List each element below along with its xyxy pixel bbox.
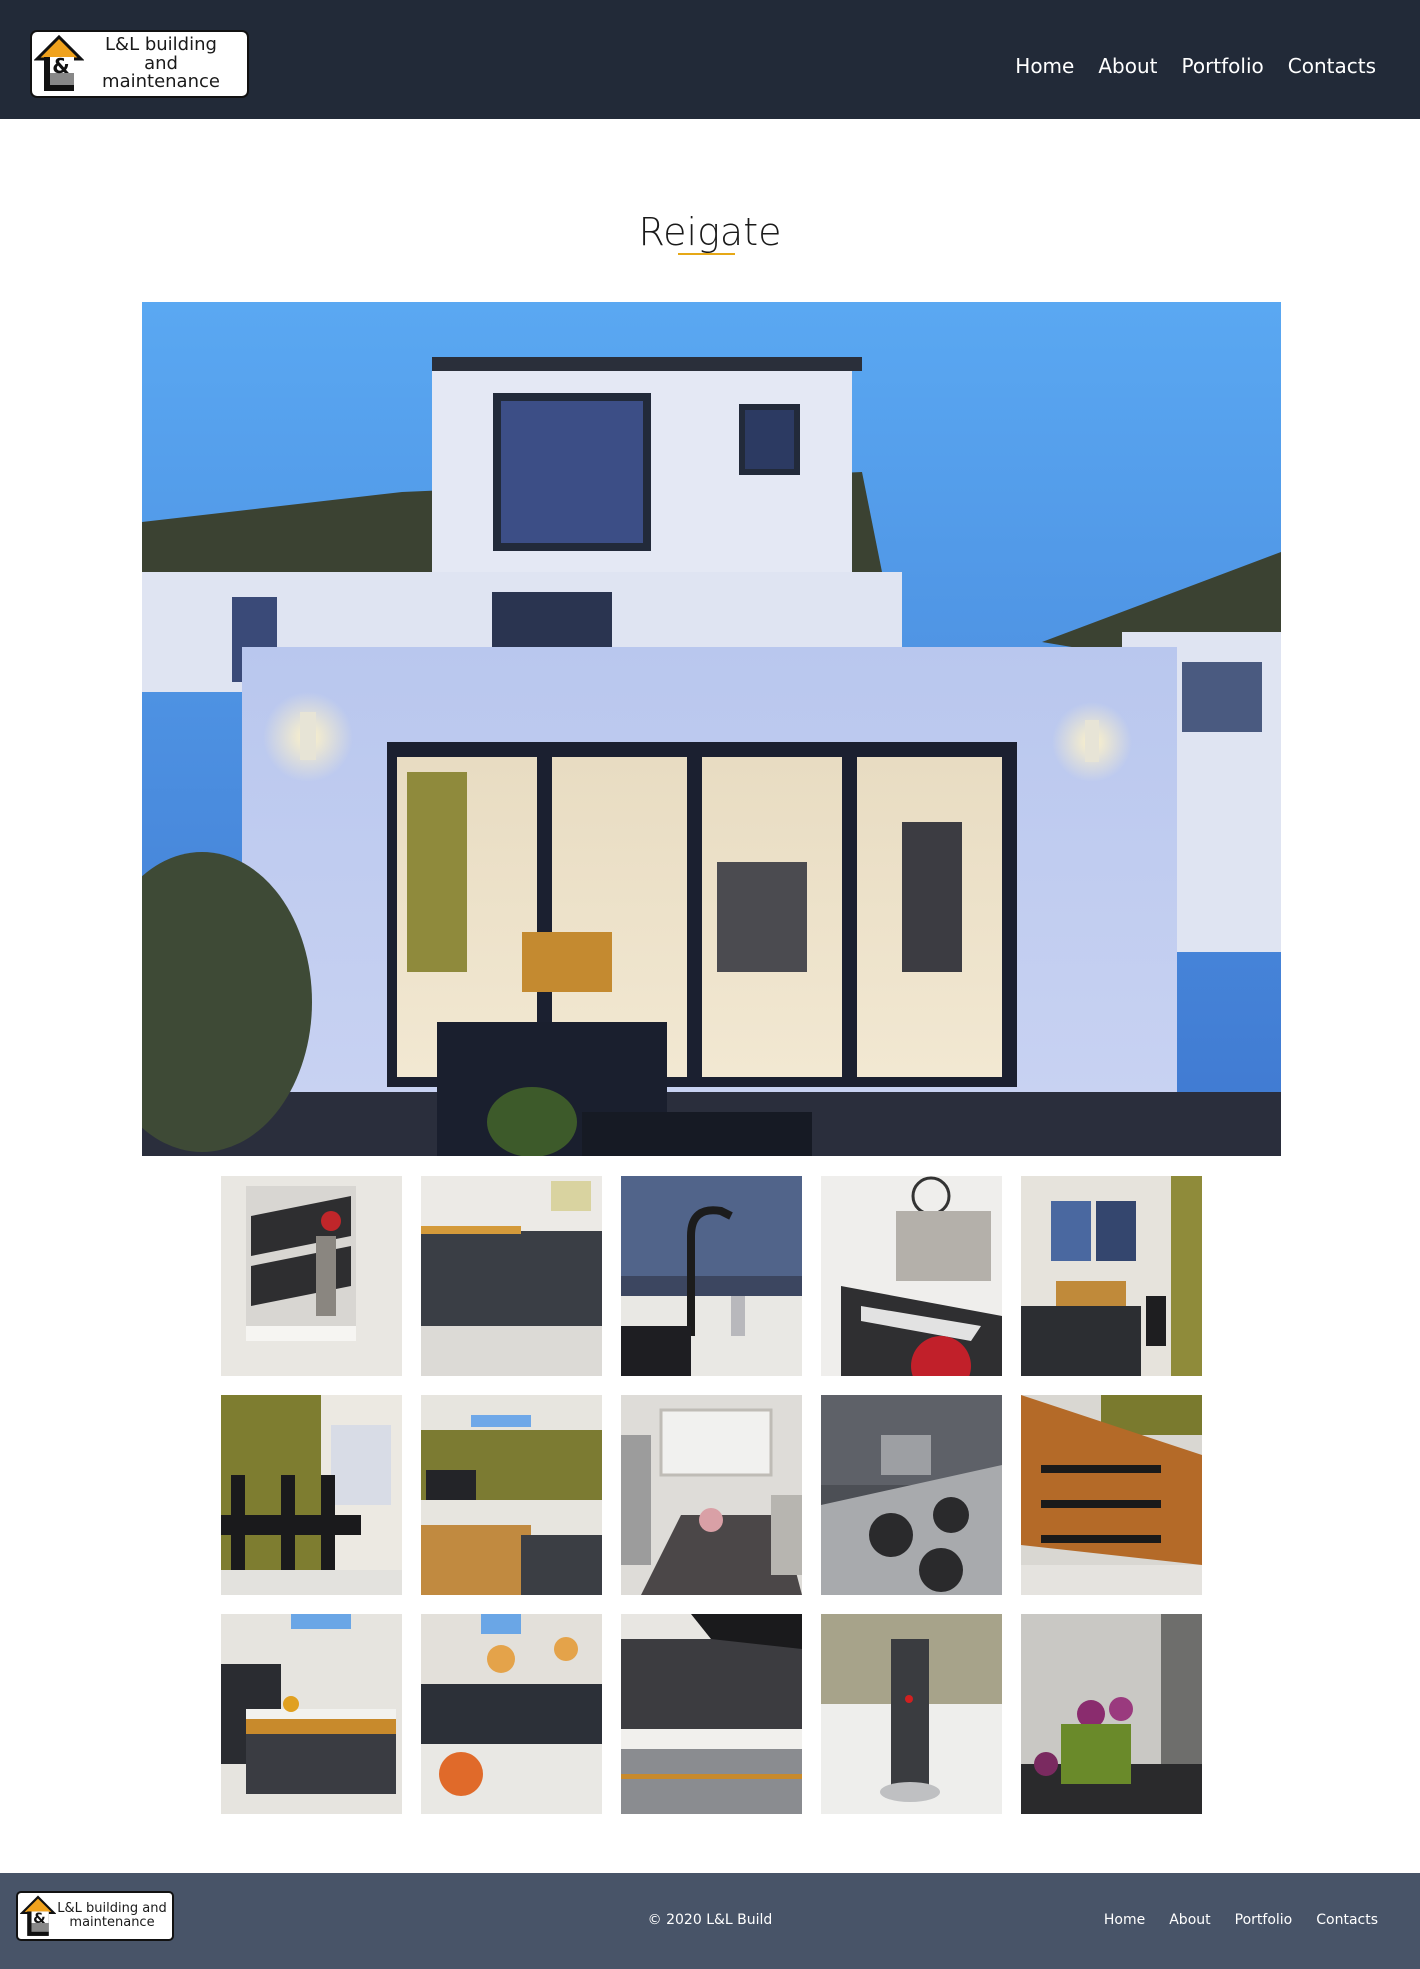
nav-about[interactable]: About (1098, 54, 1157, 78)
kitchen-units-photo (421, 1176, 602, 1376)
gallery-thumb[interactable] (221, 1176, 402, 1376)
gallery-thumb[interactable] (821, 1395, 1002, 1595)
gallery-thumb[interactable] (1021, 1614, 1202, 1814)
wood-sideboard-photo (1021, 1395, 1202, 1595)
gallery-thumb[interactable] (221, 1395, 402, 1595)
photo-gallery (221, 1176, 1202, 1814)
footer-nav-contacts[interactable]: Contacts (1316, 1912, 1378, 1928)
gallery-thumb[interactable] (821, 1176, 1002, 1376)
svg-text:&: & (52, 54, 69, 78)
footer-nav-about[interactable]: About (1169, 1912, 1210, 1928)
kitchen-worktop-photo (621, 1614, 802, 1814)
gallery-thumb[interactable] (421, 1614, 602, 1814)
bay-window-room-photo (621, 1395, 802, 1595)
house-rear-extension-photo (142, 302, 1281, 1156)
hallway-storage-photo (221, 1176, 402, 1376)
brand-name: L&L building and maintenance (102, 33, 220, 93)
gallery-thumb[interactable] (421, 1395, 602, 1595)
gallery-thumb[interactable] (821, 1614, 1002, 1814)
tulips-photo (1021, 1614, 1202, 1814)
house-logo-icon: & (34, 34, 84, 91)
brand-logo[interactable]: & L&L building and maintenance (30, 30, 249, 98)
gallery-thumb[interactable] (621, 1614, 802, 1814)
gallery-thumb[interactable] (1021, 1395, 1202, 1595)
gas-hob-photo (821, 1395, 1002, 1595)
nav-home[interactable]: Home (1015, 54, 1074, 78)
page-title: Reigate (638, 210, 782, 254)
hero-image[interactable] (142, 302, 1281, 1156)
dining-table-photo (221, 1395, 402, 1595)
kitchen-island-photo (221, 1614, 402, 1814)
pop-up-socket-photo (821, 1614, 1002, 1814)
gallery-thumb[interactable] (1021, 1176, 1202, 1376)
nav-portfolio[interactable]: Portfolio (1181, 54, 1263, 78)
gallery-thumb[interactable] (421, 1176, 602, 1376)
open-plan-lounge-photo (421, 1395, 602, 1595)
footer-nav-home[interactable]: Home (1104, 1912, 1145, 1928)
kitchen-tap-photo (621, 1176, 802, 1376)
footer-nav-portfolio[interactable]: Portfolio (1235, 1912, 1293, 1928)
main-nav: Home About Portfolio Contacts (1015, 54, 1376, 78)
footer-nav: Home About Portfolio Contacts (1104, 1912, 1378, 1928)
nav-contacts[interactable]: Contacts (1288, 54, 1376, 78)
living-room-photo (1021, 1176, 1202, 1376)
site-header: & L&L building and maintenance Home Abou… (0, 0, 1420, 119)
gallery-thumb[interactable] (221, 1614, 402, 1814)
gallery-thumb[interactable] (621, 1395, 802, 1595)
gallery-thumb[interactable] (621, 1176, 802, 1376)
wall-clock-photo (821, 1176, 1002, 1376)
title-underline (678, 253, 735, 255)
kitchen-pendant-lights-photo (421, 1614, 602, 1814)
